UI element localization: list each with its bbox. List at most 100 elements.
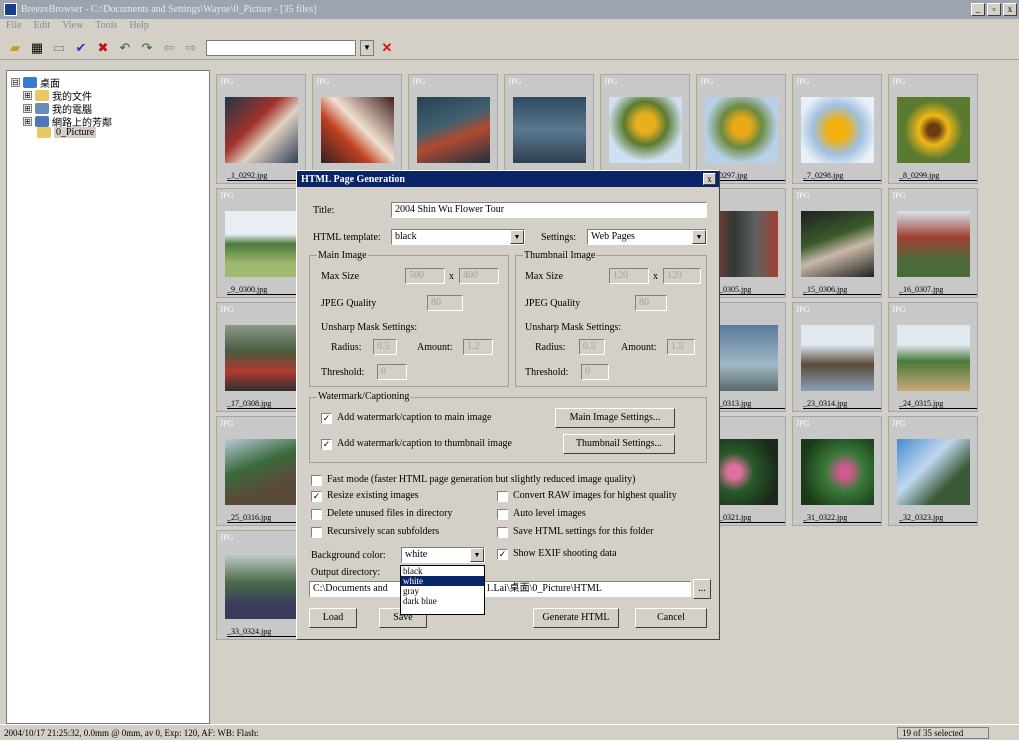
thumbnail[interactable]: JPG _9_0300.jpg [216, 188, 306, 298]
title-input[interactable]: 2004 Shin Wu Flower Tour [391, 202, 707, 218]
thumbnail[interactable]: JPG [408, 74, 498, 184]
close-button[interactable]: x [1003, 3, 1017, 16]
settings-select[interactable]: Web Pages ▼ [587, 229, 707, 245]
dropdown-option-gray[interactable]: gray [401, 586, 484, 596]
thumbnails-icon[interactable]: ▦ [28, 39, 46, 57]
cancel-button[interactable]: Cancel [635, 608, 707, 628]
output-directory-input[interactable]: C:\Documents and 1.Lai\桌面\0_Picture\HTML [309, 581, 691, 597]
photo [897, 97, 970, 163]
menu-tools[interactable]: Tools [95, 20, 117, 35]
thumb-threshold-input[interactable]: 0 [581, 364, 609, 380]
main-jpeg-quality-input[interactable]: 80 [427, 295, 463, 311]
settings-value: Web Pages [591, 231, 635, 242]
thumbnail-settings-button[interactable]: Thumbnail Settings... [563, 434, 675, 454]
background-color-select[interactable]: white ▼ [401, 547, 485, 563]
dropdown-option-white[interactable]: white [401, 576, 484, 586]
network-icon [35, 116, 49, 127]
thumbnail[interactable]: JPG _17_0308.jpg [216, 302, 306, 412]
photo [609, 97, 682, 163]
menu-edit[interactable]: Edit [34, 20, 51, 35]
dropdown-option-black[interactable]: black [401, 566, 484, 576]
photo [705, 97, 778, 163]
thumbnail-caption: _33_0324.jpg [227, 627, 305, 637]
thumbnail[interactable]: JPG [312, 74, 402, 184]
thumb-amount-input[interactable]: 1.5 [667, 339, 695, 355]
wm-main-checkbox[interactable]: ✓ [321, 413, 332, 424]
delete-unused-checkbox[interactable] [311, 509, 322, 520]
maximize-button[interactable]: ▫ [987, 3, 1001, 16]
thumbnail[interactable]: JPG _16_0307.jpg [888, 188, 978, 298]
generate-html-button[interactable]: Generate HTML [533, 608, 619, 628]
main-width-input[interactable]: 500 [405, 268, 445, 284]
thumb-height-input[interactable]: 120 [663, 268, 701, 284]
save-settings-checkbox[interactable] [497, 527, 508, 538]
expand-icon[interactable]: ⊞ [23, 104, 32, 113]
thumbnail[interactable]: JPG _25_0316.jpg [216, 416, 306, 526]
stop-icon[interactable]: ✕ [378, 39, 396, 57]
thumbnail[interactable]: JPG _32_0323.jpg [888, 416, 978, 526]
photo [801, 439, 874, 505]
wm-thumb-checkbox[interactable]: ✓ [321, 439, 332, 450]
rotate-left-icon[interactable]: ↶ [116, 39, 134, 57]
load-button[interactable]: Load [309, 608, 357, 628]
exif-label: Show EXIF shooting data [513, 548, 617, 559]
status-selection-count: 19 of 35 selected [897, 726, 989, 739]
thumb-width-input[interactable]: 120 [609, 268, 649, 284]
menu-help[interactable]: Help [129, 20, 148, 35]
chevron-down-icon[interactable]: ▼ [470, 548, 484, 562]
thumbnail[interactable]: JPG _8_0299.jpg [888, 74, 978, 184]
path-combo-input[interactable] [206, 39, 356, 56]
main-threshold-input[interactable]: 0 [377, 364, 407, 380]
thumbnail[interactable]: JPG [504, 74, 594, 184]
forward-arrow-icon[interactable]: ⇨ [182, 39, 200, 57]
menu-view[interactable]: View [62, 20, 83, 35]
chevron-down-icon[interactable]: ▼ [510, 230, 524, 244]
menu-file[interactable]: File [6, 20, 22, 35]
fast-mode-checkbox[interactable] [311, 475, 322, 486]
thumbnail[interactable]: JPG _6_0297.jpg [696, 74, 786, 184]
convert-raw-checkbox[interactable] [497, 491, 508, 502]
back-arrow-icon[interactable]: ⇦ [160, 39, 178, 57]
thumbnail[interactable]: JPG _33_0324.jpg [216, 530, 306, 640]
recursive-checkbox[interactable] [311, 527, 322, 538]
chevron-down-icon[interactable]: ▼ [692, 230, 706, 244]
main-image-settings-button[interactable]: Main Image Settings... [555, 408, 675, 428]
rename-icon[interactable]: ▭ [50, 39, 68, 57]
dialog-close-button[interactable]: x [703, 173, 716, 185]
jpg-badge: JPG [700, 77, 714, 86]
main-jpeg-quality-label: JPEG Quality [321, 298, 377, 309]
main-amount-input[interactable]: 1.2 [463, 339, 493, 355]
thumbnail[interactable]: JPG _23_0314.jpg [792, 302, 882, 412]
jpg-badge: JPG [220, 191, 234, 200]
browse-button[interactable]: ... [693, 579, 711, 599]
collapse-icon[interactable]: ⊟ [11, 78, 20, 87]
expand-icon[interactable]: ⊞ [23, 117, 32, 126]
thumbnail[interactable]: JPG _1_0292.jpg [216, 74, 306, 184]
thumbnail[interactable]: JPG _24_0315.jpg [888, 302, 978, 412]
check-icon[interactable]: ✔ [72, 39, 90, 57]
rotate-right-icon[interactable]: ↷ [138, 39, 156, 57]
thumbnail[interactable]: JPG _7_0298.jpg [792, 74, 882, 184]
thumbnail[interactable]: JPG _15_0306.jpg [792, 188, 882, 298]
minimize-button[interactable]: _ [971, 3, 985, 16]
resize-checkbox[interactable]: ✓ [311, 491, 322, 502]
dropdown-option-dark-blue[interactable]: dark blue [401, 596, 484, 606]
auto-level-checkbox[interactable] [497, 509, 508, 520]
thumbnail[interactable]: JPG [600, 74, 690, 184]
thumbnail-caption: _9_0300.jpg [227, 285, 305, 295]
main-radius-input[interactable]: 0.5 [373, 339, 397, 355]
jpg-badge: JPG [220, 77, 234, 86]
thumbnail[interactable]: JPG _31_0322.jpg [792, 416, 882, 526]
photo [321, 97, 394, 163]
tree-item-0-picture[interactable]: 0_Picture [37, 127, 97, 138]
chevron-down-icon[interactable]: ▼ [360, 39, 374, 56]
main-height-input[interactable]: 400 [459, 268, 499, 284]
thumb-radius-input[interactable]: 0.5 [579, 339, 605, 355]
open-folder-icon[interactable]: ▰ [6, 39, 24, 57]
expand-icon[interactable]: ⊞ [23, 91, 32, 100]
delete-x-icon[interactable]: ✖ [94, 39, 112, 57]
photo [513, 97, 586, 163]
thumb-jpeg-quality-input[interactable]: 80 [635, 295, 667, 311]
html-template-select[interactable]: black ▼ [391, 229, 525, 245]
exif-checkbox[interactable]: ✓ [497, 549, 508, 560]
